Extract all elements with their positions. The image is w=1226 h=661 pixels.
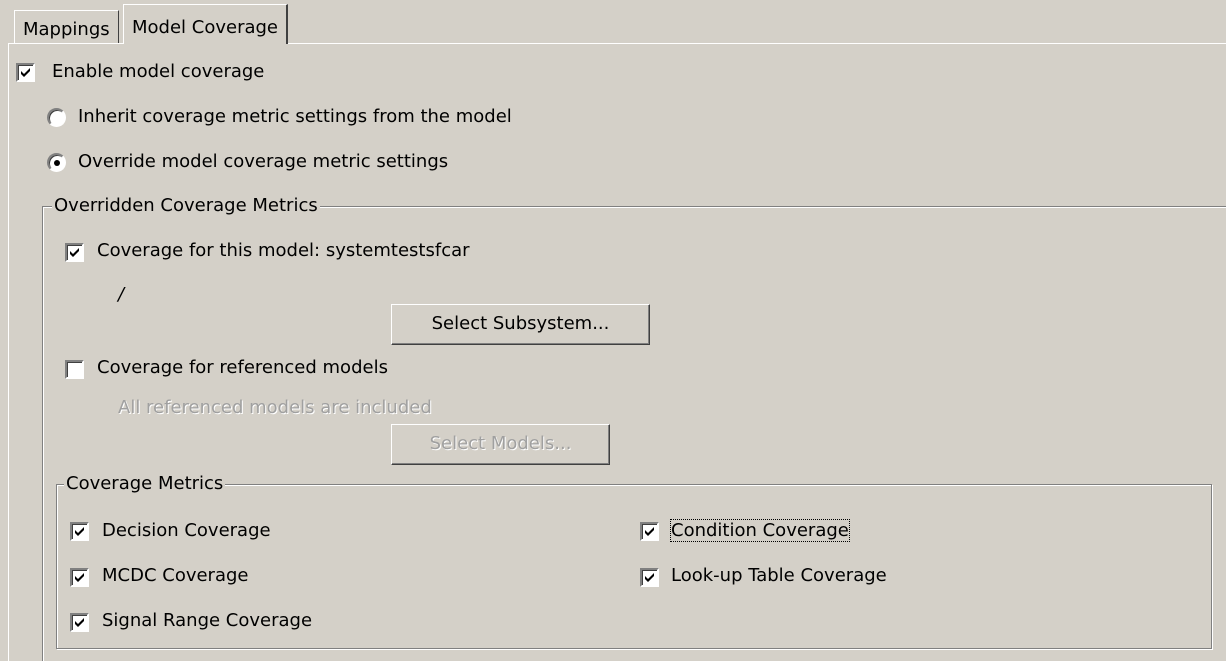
this-model-label: Coverage for this model: systemtestsfcar <box>97 240 470 261</box>
tab-model-coverage[interactable]: Model Coverage <box>123 4 289 46</box>
select-models-label: Select Models... <box>429 433 572 454</box>
lookup-table-coverage-checkbox[interactable] <box>640 568 659 587</box>
decision-coverage-checkbox[interactable] <box>70 522 89 541</box>
override-radio[interactable] <box>47 153 66 172</box>
decision-coverage-label: Decision Coverage <box>102 520 271 541</box>
referenced-models-checkbox[interactable] <box>65 360 84 379</box>
inherit-radio[interactable] <box>47 108 66 127</box>
tab-mappings[interactable]: Mappings <box>14 10 119 43</box>
mcdc-coverage-checkbox[interactable] <box>70 568 89 587</box>
coverage-metrics-title: Coverage Metrics <box>64 473 226 495</box>
condition-coverage-text: Condition Coverage <box>670 519 850 542</box>
check-mark-icon <box>645 573 654 582</box>
select-models-button[interactable]: Select Models... <box>391 424 610 465</box>
check-mark-icon <box>21 68 30 77</box>
condition-coverage-checkbox[interactable] <box>640 522 659 541</box>
check-mark-icon <box>75 618 84 627</box>
override-radio-label: Override model coverage metric settings <box>78 151 449 172</box>
select-subsystem-button[interactable]: Select Subsystem... <box>391 304 650 345</box>
overridden-metrics-title: Overridden Coverage Metrics <box>52 195 320 217</box>
select-subsystem-label: Select Subsystem... <box>431 313 610 334</box>
tab-model-coverage-label: Model Coverage <box>132 17 279 38</box>
referenced-models-label: Coverage for referenced models <box>97 357 388 378</box>
tab-panel-left-border <box>8 43 9 661</box>
condition-coverage-label: Condition Coverage <box>670 519 850 542</box>
referenced-models-note: All referenced models are included <box>118 397 432 418</box>
radio-dot-icon <box>54 160 60 166</box>
check-mark-icon <box>75 573 84 582</box>
enable-coverage-checkbox[interactable] <box>16 63 35 82</box>
check-mark-icon <box>645 527 654 536</box>
enable-coverage-label: Enable model coverage <box>52 61 265 82</box>
mcdc-coverage-label: MCDC Coverage <box>102 565 249 586</box>
inherit-radio-label: Inherit coverage metric settings from th… <box>78 106 512 127</box>
check-mark-icon <box>70 248 79 257</box>
signal-range-coverage-label: Signal Range Coverage <box>102 610 313 631</box>
subsystem-path: / <box>118 284 125 305</box>
this-model-checkbox[interactable] <box>65 243 84 262</box>
check-mark-icon <box>75 527 84 536</box>
tab-mappings-label: Mappings <box>23 19 110 40</box>
signal-range-coverage-checkbox[interactable] <box>70 613 89 632</box>
lookup-table-coverage-label: Look-up Table Coverage <box>671 565 887 586</box>
